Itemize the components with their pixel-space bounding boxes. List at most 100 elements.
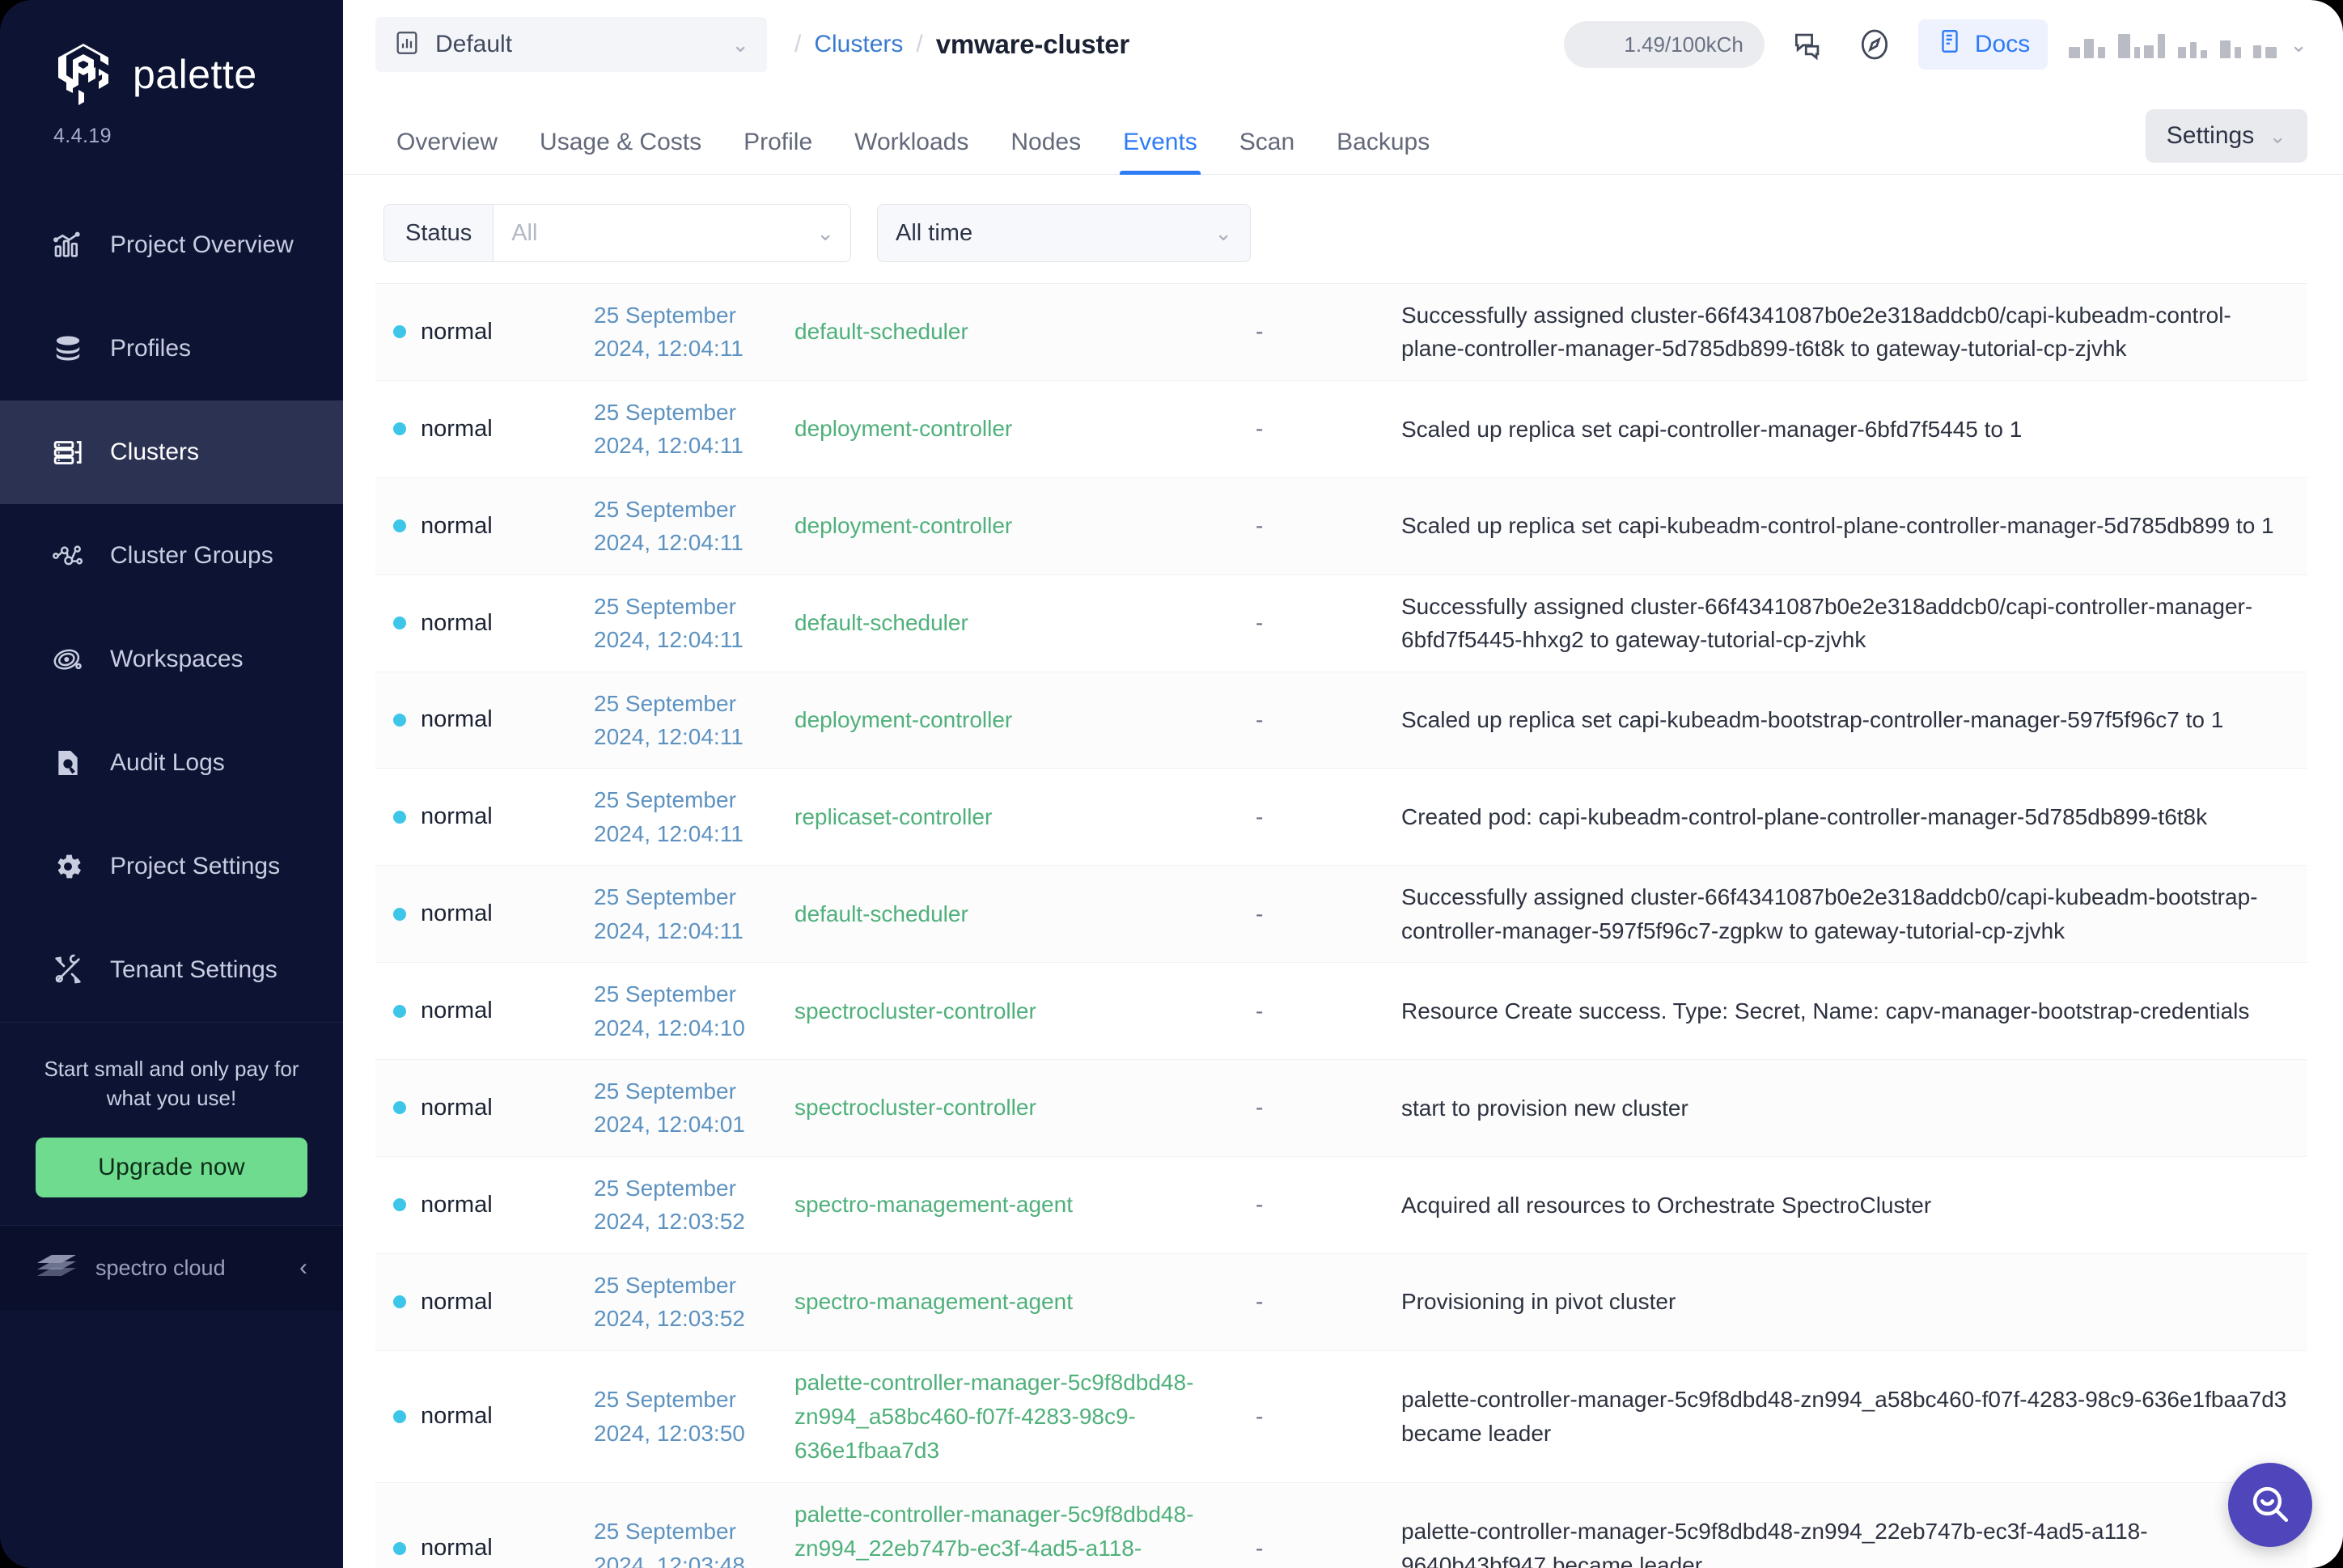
upgrade-now-button[interactable]: Upgrade now	[36, 1138, 307, 1197]
status-filter-label: Status	[384, 205, 494, 261]
docs-button[interactable]: Docs	[1918, 19, 2048, 70]
event-message: Successfully assigned cluster-66f4341087…	[1401, 880, 2307, 947]
event-source[interactable]: palette-controller-manager-5c9f8dbd48-zn…	[794, 1498, 1256, 1568]
table-row[interactable]: normal 25 September 2024, 12:04:11 deplo…	[375, 478, 2307, 575]
time-range-filter[interactable]: All time ⌄	[877, 204, 1251, 262]
tab-scan[interactable]: Scan	[1218, 129, 1316, 174]
event-count: -	[1256, 1536, 1401, 1562]
server-rack-icon	[50, 434, 86, 470]
status-dot-icon	[393, 1295, 406, 1308]
event-status: normal	[375, 1095, 594, 1121]
sidebar-item-label: Clusters	[110, 439, 199, 466]
project-selector[interactable]: Default ⌄	[375, 17, 767, 72]
chat-bubbles-icon[interactable]	[1786, 22, 1831, 67]
event-time[interactable]: 25 September 2024, 12:04:11	[594, 783, 794, 850]
table-row[interactable]: normal 25 September 2024, 12:04:11 repli…	[375, 769, 2307, 866]
event-status: normal	[375, 998, 594, 1024]
event-source[interactable]: default-scheduler	[794, 315, 1256, 349]
event-message: Successfully assigned cluster-66f4341087…	[1401, 299, 2307, 366]
chevron-down-icon: ⌄	[731, 34, 749, 55]
sidebar-item-cluster-groups[interactable]: Cluster Groups	[0, 504, 343, 608]
event-message: Successfully assigned cluster-66f4341087…	[1401, 590, 2307, 657]
event-source[interactable]: default-scheduler	[794, 897, 1256, 931]
event-count: -	[1256, 1095, 1401, 1121]
event-message: Created pod: capi-kubeadm-control-plane-…	[1401, 800, 2307, 833]
cluster-tabs: Overview Usage & Costs Profile Workloads…	[343, 89, 2343, 175]
table-row[interactable]: normal 25 September 2024, 12:03:52 spect…	[375, 1254, 2307, 1351]
breadcrumb-link-clusters[interactable]: Clusters	[814, 31, 903, 58]
event-time[interactable]: 25 September 2024, 12:04:11	[594, 687, 794, 754]
event-source[interactable]: spectro-management-agent	[794, 1188, 1256, 1222]
event-status: normal	[375, 1192, 594, 1218]
table-row[interactable]: normal 25 September 2024, 12:04:11 defau…	[375, 866, 2307, 963]
event-time[interactable]: 25 September 2024, 12:04:11	[594, 590, 794, 657]
table-row[interactable]: normal 25 September 2024, 12:03:48 palet…	[375, 1483, 2307, 1568]
event-source[interactable]: spectrocluster-controller	[794, 994, 1256, 1028]
event-time[interactable]: 25 September 2024, 12:04:11	[594, 299, 794, 366]
sidebar-item-project-overview[interactable]: Project Overview	[0, 193, 343, 297]
event-source[interactable]: spectro-management-agent	[794, 1285, 1256, 1319]
event-source[interactable]: spectrocluster-controller	[794, 1091, 1256, 1125]
status-filter-input[interactable]: All	[494, 205, 816, 261]
status-dot-icon	[393, 1198, 406, 1211]
table-row[interactable]: normal 25 September 2024, 12:04:11 deplo…	[375, 381, 2307, 478]
settings-button[interactable]: Settings ⌄	[2146, 109, 2307, 163]
sidebar-item-audit-logs[interactable]: Audit Logs	[0, 711, 343, 815]
sidebar-item-clusters[interactable]: Clusters	[0, 400, 343, 504]
redacted-username	[2069, 31, 2277, 58]
compass-icon[interactable]	[1852, 22, 1897, 67]
event-status: normal	[375, 803, 594, 830]
event-count: -	[1256, 1192, 1401, 1218]
event-message: palette-controller-manager-5c9f8dbd48-zn…	[1401, 1515, 2307, 1568]
tab-workloads[interactable]: Workloads	[833, 129, 989, 174]
event-source[interactable]: deployment-controller	[794, 509, 1256, 543]
event-time[interactable]: 25 September 2024, 12:04:10	[594, 977, 794, 1045]
sidebar-item-workspaces[interactable]: Workspaces	[0, 608, 343, 711]
event-status: normal	[375, 319, 594, 345]
sidebar-item-project-settings[interactable]: Project Settings	[0, 815, 343, 918]
status-dot-icon	[393, 908, 406, 921]
event-time[interactable]: 25 September 2024, 12:03:52	[594, 1172, 794, 1239]
event-time[interactable]: 25 September 2024, 12:04:01	[594, 1074, 794, 1142]
sidebar-item-profiles[interactable]: Profiles	[0, 297, 343, 400]
status-dot-icon	[393, 1101, 406, 1114]
search-fab-button[interactable]	[2228, 1463, 2312, 1547]
table-row[interactable]: normal 25 September 2024, 12:04:01 spect…	[375, 1060, 2307, 1157]
event-status: normal	[375, 706, 594, 733]
table-row[interactable]: normal 25 September 2024, 12:04:10 spect…	[375, 963, 2307, 1060]
tab-nodes[interactable]: Nodes	[989, 129, 1102, 174]
event-source[interactable]: deployment-controller	[794, 703, 1256, 737]
chevron-down-icon: ⌄	[1214, 222, 1232, 244]
sidebar-collapse-button[interactable]: ‹	[299, 1254, 307, 1282]
table-row[interactable]: normal 25 September 2024, 12:04:11 deplo…	[375, 672, 2307, 769]
event-count: -	[1256, 1404, 1401, 1430]
tab-usage-costs[interactable]: Usage & Costs	[519, 129, 722, 174]
event-time[interactable]: 25 September 2024, 12:03:50	[594, 1383, 794, 1450]
event-source[interactable]: deployment-controller	[794, 412, 1256, 446]
event-time[interactable]: 25 September 2024, 12:03:52	[594, 1269, 794, 1336]
event-status: normal	[375, 513, 594, 540]
event-source[interactable]: replicaset-controller	[794, 800, 1256, 834]
time-range-value: All time	[896, 220, 1214, 247]
table-row[interactable]: normal 25 September 2024, 12:04:11 defau…	[375, 575, 2307, 672]
sidebar-item-tenant-settings[interactable]: Tenant Settings	[0, 918, 343, 1022]
event-source[interactable]: palette-controller-manager-5c9f8dbd48-zn…	[794, 1366, 1256, 1468]
event-time[interactable]: 25 September 2024, 12:04:11	[594, 493, 794, 560]
project-selector-value: Default	[435, 31, 717, 58]
chart-bars-icon	[50, 227, 86, 263]
event-time[interactable]: 25 September 2024, 12:04:11	[594, 880, 794, 947]
table-row[interactable]: normal 25 September 2024, 12:03:50 palet…	[375, 1351, 2307, 1483]
tab-profile[interactable]: Profile	[722, 129, 833, 174]
table-row[interactable]: normal 25 September 2024, 12:03:52 spect…	[375, 1157, 2307, 1254]
event-time[interactable]: 25 September 2024, 12:03:48	[594, 1515, 794, 1568]
book-icon	[1936, 28, 1964, 61]
user-menu[interactable]: ⌄	[2069, 31, 2307, 58]
event-time[interactable]: 25 September 2024, 12:04:11	[594, 396, 794, 463]
tab-backups[interactable]: Backups	[1316, 129, 1451, 174]
event-source[interactable]: default-scheduler	[794, 606, 1256, 640]
tab-events[interactable]: Events	[1102, 129, 1218, 174]
tab-overview[interactable]: Overview	[375, 129, 519, 174]
status-dot-icon	[393, 811, 406, 824]
table-row[interactable]: normal 25 September 2024, 12:04:11 defau…	[375, 284, 2307, 381]
sidebar-item-label: Audit Logs	[110, 749, 225, 777]
